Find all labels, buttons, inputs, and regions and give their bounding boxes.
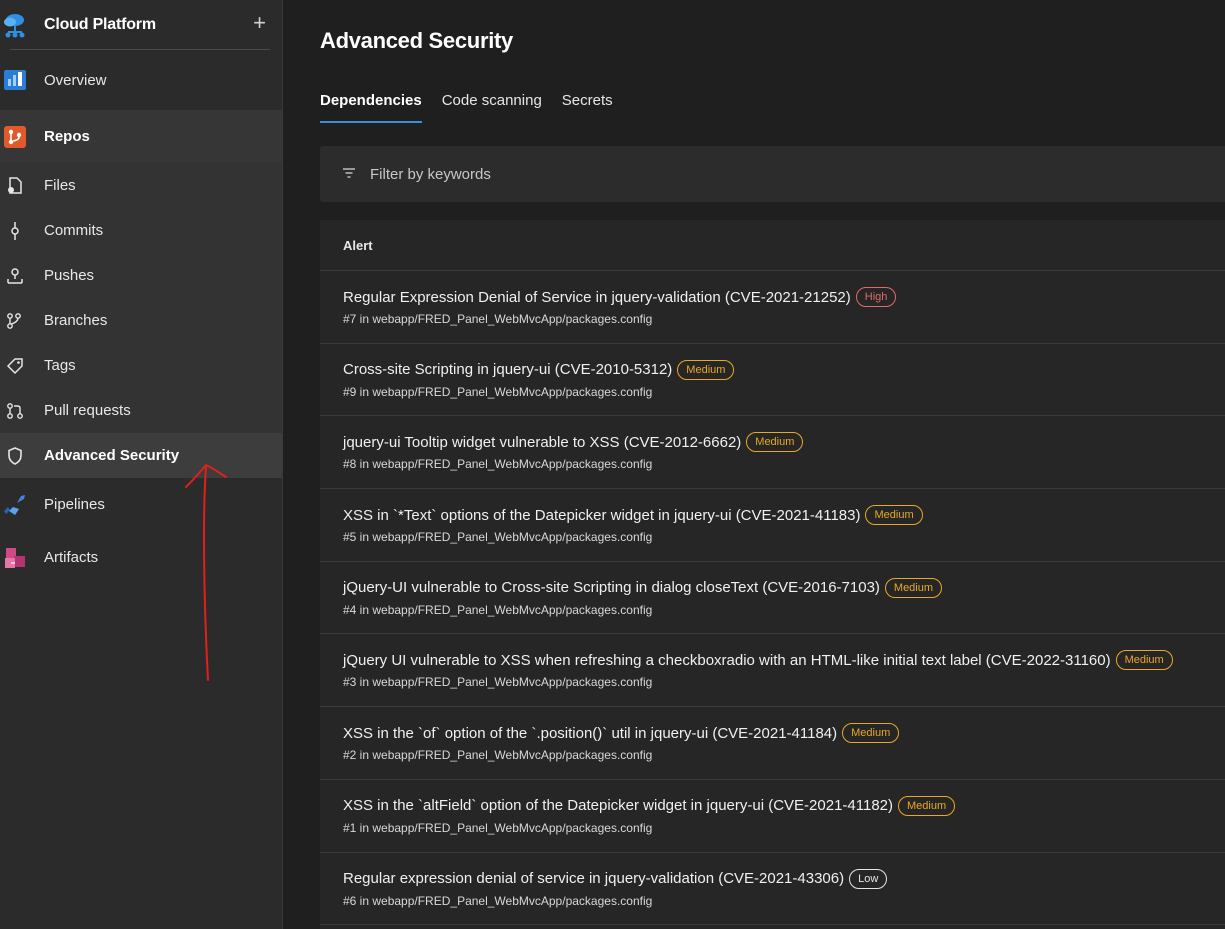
sidebar-item-repos[interactable]: Repos (0, 110, 282, 163)
sidebar-item-overview[interactable]: Overview (0, 50, 282, 110)
severity-badge: Medium (898, 795, 956, 816)
org-name: Cloud Platform (44, 16, 156, 33)
alert-location: #7 in webapp/FRED_Panel_WebMvcApp/packag… (343, 312, 653, 326)
table-row[interactable]: jQuery UI vulnerable to XSS when refresh… (320, 634, 1225, 708)
sidebar-item-label: Advanced Security (44, 447, 180, 464)
shield-icon (0, 446, 30, 465)
sidebar-item-files[interactable]: Files (0, 163, 282, 208)
artifacts-icon (0, 546, 30, 570)
alert-title[interactable]: XSS in `*Text` options of the Datepicker… (343, 507, 860, 524)
alert-title[interactable]: Regular expression denial of service in … (343, 870, 844, 887)
add-icon[interactable]: + (253, 12, 266, 34)
severity-badge: Medium (884, 577, 943, 598)
sidebar-item-label: Pipelines (44, 496, 105, 513)
sidebar-item-label: Tags (44, 357, 76, 374)
sidebar-item-commits[interactable]: Commits (0, 208, 282, 253)
alert-location: #6 in webapp/FRED_Panel_WebMvcApp/packag… (343, 893, 653, 908)
tab-bar: Dependencies Code scanning Secrets (320, 92, 633, 123)
sidebar: Cloud Platform + Overview Repos Files Co… (0, 0, 283, 929)
sidebar-item-label: Pushes (44, 267, 95, 284)
pipelines-icon (0, 493, 30, 517)
alert-location: #2 in webapp/FRED_Panel_WebMvcApp/packag… (343, 748, 653, 763)
table-row[interactable]: jQuery-UI vulnerable to Cross-site Scrip… (320, 562, 1225, 635)
table-row[interactable]: Regular expression denial of service in … (320, 853, 1225, 926)
filter-input[interactable]: Filter by keywords (370, 166, 491, 183)
tags-icon (0, 357, 30, 375)
alert-title[interactable]: XSS in the `altField` option of the Date… (343, 797, 893, 814)
sidebar-item-label: Repos (44, 128, 90, 145)
cloud-logo-icon (0, 0, 30, 50)
tab-dependencies[interactable]: Dependencies (320, 92, 422, 123)
alert-location: #9 in webapp/FRED_Panel_WebMvcApp/packag… (343, 384, 653, 399)
tab-code-scanning[interactable]: Code scanning (442, 92, 542, 123)
repos-group: Repos Files Commits Pushes Branches Tags… (0, 110, 282, 478)
filter-icon (342, 166, 356, 183)
table-row[interactable]: Cross-site Scripting in jquery-ui (CVE-2… (320, 344, 1225, 417)
commits-icon (0, 221, 30, 240)
alert-location: #5 in webapp/FRED_Panel_WebMvcApp/packag… (343, 530, 653, 545)
sidebar-item-label: Overview (44, 71, 107, 89)
table-row[interactable]: XSS in `*Text` options of the Datepicker… (320, 489, 1225, 562)
overview-icon (0, 70, 30, 90)
severity-badge: Medium (677, 359, 735, 380)
table-row[interactable]: jquery-ui Tooltip widget vulnerable to X… (320, 416, 1225, 490)
sidebar-item-branches[interactable]: Branches (0, 298, 282, 343)
annotation-arrow-icon (185, 463, 227, 681)
alert-location: #3 in webapp/FRED_Panel_WebMvcApp/packag… (343, 675, 653, 690)
main-content: Advanced Security Dependencies Code scan… (284, 0, 1225, 929)
app-window: Cloud Platform + Overview Repos Files Co… (0, 0, 1225, 929)
alert-title[interactable]: Cross-site Scripting in jquery-ui (CVE-2… (343, 361, 672, 378)
repos-icon (0, 125, 30, 148)
sidebar-item-pushes[interactable]: Pushes (0, 253, 282, 298)
severity-badge: High (855, 287, 897, 307)
table-row[interactable]: XSS in the `of` option of the `.position… (320, 707, 1225, 780)
alert-title[interactable]: XSS in the `of` option of the `.position… (343, 725, 837, 742)
tab-secrets[interactable]: Secrets (562, 92, 613, 123)
severity-badge: Low (849, 868, 888, 889)
table-row[interactable]: XSS in the `altField` option of the Date… (320, 780, 1225, 853)
severity-badge: Medium (842, 723, 900, 744)
alert-location: #4 in webapp/FRED_Panel_WebMvcApp/packag… (343, 602, 653, 617)
alerts-table: Alert Regular Expression Denial of Servi… (320, 220, 1225, 929)
alert-title[interactable]: jQuery-UI vulnerable to Cross-site Scrip… (343, 579, 880, 596)
pull-requests-icon (0, 402, 30, 420)
sidebar-item-label: Branches (44, 312, 108, 329)
alert-title[interactable]: jquery-ui Tooltip widget vulnerable to X… (343, 434, 741, 451)
sidebar-item-label: Pull requests (44, 402, 131, 419)
severity-badge: Medium (1115, 650, 1173, 671)
org-header[interactable]: Cloud Platform + (0, 0, 282, 50)
filter-bar[interactable]: Filter by keywords (320, 146, 1225, 202)
sidebar-item-label: Files (44, 177, 76, 194)
sidebar-item-label: Commits (44, 222, 104, 239)
table-header-alert: Alert (320, 220, 1225, 271)
pushes-icon (0, 267, 30, 285)
alert-location: #8 in webapp/FRED_Panel_WebMvcApp/packag… (343, 457, 653, 472)
severity-badge: Medium (746, 432, 804, 453)
branches-icon (0, 312, 30, 330)
severity-badge: Medium (865, 505, 923, 526)
page-title: Advanced Security (320, 28, 513, 53)
files-icon (0, 176, 30, 195)
sidebar-item-label: Artifacts (44, 549, 99, 566)
sidebar-item-pull-requests[interactable]: Pull requests (0, 388, 282, 433)
alert-title[interactable]: jQuery UI vulnerable to XSS when refresh… (343, 652, 1111, 669)
alert-location: #1 in webapp/FRED_Panel_WebMvcApp/packag… (343, 820, 653, 835)
table-row[interactable]: Regular Expression Denial of Service in … (320, 271, 1225, 344)
alert-title[interactable]: Regular Expression Denial of Service in … (343, 289, 851, 306)
sidebar-item-tags[interactable]: Tags (0, 343, 282, 388)
